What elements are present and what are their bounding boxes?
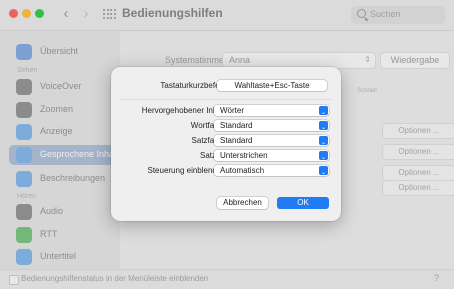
chevron-updown-icon: ⌃ ⌄ bbox=[319, 135, 328, 146]
highlight-content-popup[interactable]: Wörter ⌃ ⌄ bbox=[214, 105, 329, 116]
system-settings-window: ‹ › Bedienungshilfen Suchen Übersicht Se… bbox=[0, 0, 454, 289]
popup-value: Wörter bbox=[220, 106, 244, 115]
popup-value: Unterstrichen bbox=[220, 151, 268, 160]
chevron-updown-icon: ⌃ ⌄ bbox=[319, 165, 328, 176]
chevron-updown-icon: ⌃ ⌄ bbox=[319, 150, 328, 161]
shortcut-field[interactable]: Wahltaste+Esc-Taste bbox=[217, 80, 327, 91]
chevron-updown-icon: ⌃ ⌄ bbox=[319, 105, 328, 116]
chevron-updown-icon: ⌃ ⌄ bbox=[319, 120, 328, 131]
popup-value: Automatisch bbox=[220, 166, 265, 175]
sentence-style-popup[interactable]: Unterstrichen ⌃ ⌄ bbox=[214, 150, 329, 161]
spoken-content-options-sheet: Tastaturkurzbefehl: Wahltaste+Esc-Taste … bbox=[111, 67, 341, 221]
popup-value: Standard bbox=[220, 136, 253, 145]
ok-button[interactable]: OK bbox=[277, 197, 329, 209]
popup-value: Standard bbox=[220, 121, 253, 130]
word-color-popup[interactable]: Standard ⌃ ⌄ bbox=[214, 120, 329, 131]
sentence-color-popup[interactable]: Standard ⌃ ⌄ bbox=[214, 135, 329, 146]
cancel-button[interactable]: Abbrechen bbox=[217, 197, 268, 209]
sheet-divider bbox=[121, 99, 331, 100]
show-controls-popup[interactable]: Automatisch ⌃ ⌄ bbox=[214, 165, 329, 176]
